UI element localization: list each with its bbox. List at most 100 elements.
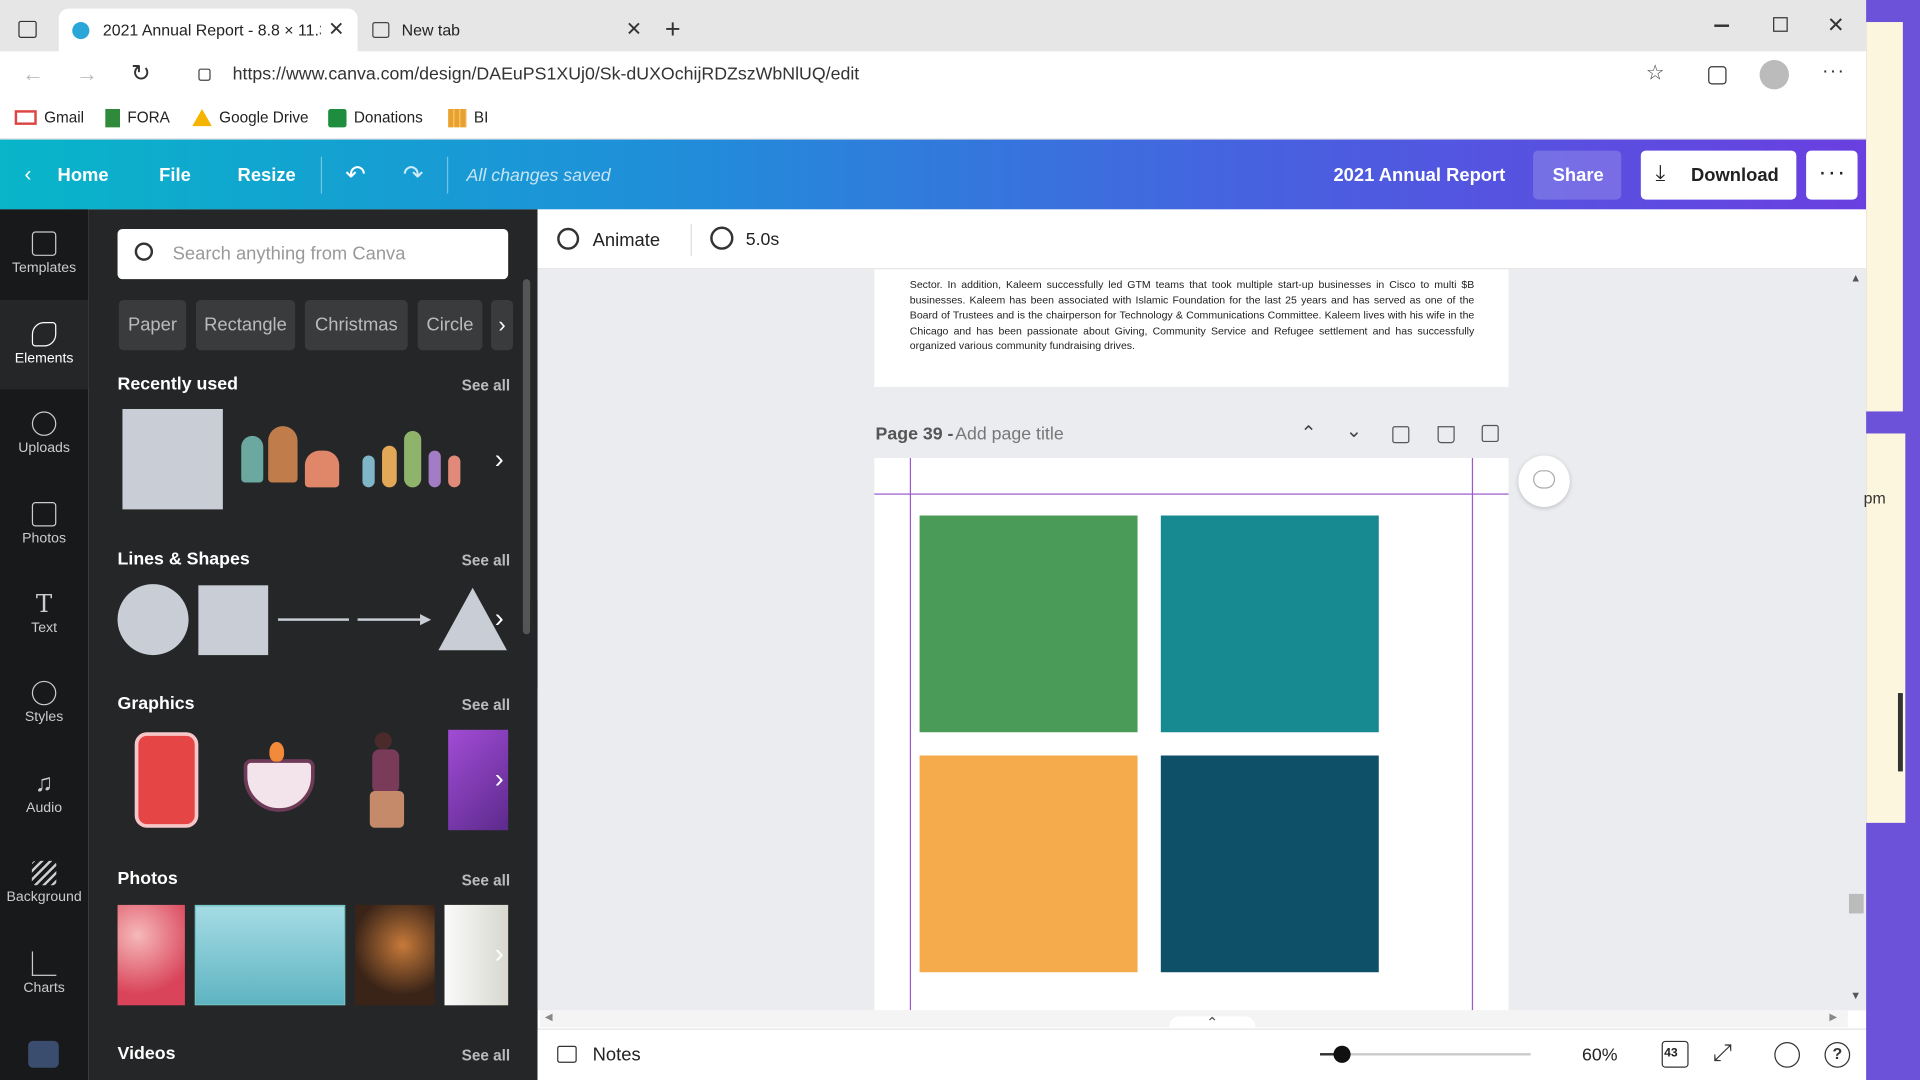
maximize-icon[interactable]: [1773, 17, 1788, 32]
recent-illustration-family[interactable]: [236, 426, 349, 495]
help-icon[interactable]: ?: [1824, 1042, 1851, 1068]
rail-uploads[interactable]: Uploads: [0, 389, 88, 478]
chevron-right-icon[interactable]: ›: [495, 763, 504, 795]
person-dancing-graphic[interactable]: [362, 732, 413, 830]
check-circle-icon[interactable]: [1774, 1042, 1801, 1068]
zoom-slider[interactable]: [1320, 1044, 1531, 1064]
bookmark-google-drive[interactable]: Google Drive: [192, 108, 309, 128]
close-window-icon[interactable]: ✕: [1827, 13, 1844, 37]
bio-paragraph[interactable]: Sector. In addition, Kaleem successfully…: [910, 269, 1474, 367]
close-tab-icon[interactable]: ✕: [328, 17, 344, 41]
page-count-button[interactable]: 43: [1661, 1040, 1689, 1068]
duration-button[interactable]: 5.0s: [708, 223, 794, 257]
see-all-link[interactable]: See all: [462, 697, 511, 714]
bookmark-gmail[interactable]: Gmail: [14, 108, 84, 128]
tab-new-tab[interactable]: New tab ✕: [362, 9, 651, 52]
orange-square[interactable]: [919, 755, 1138, 973]
move-page-down-icon[interactable]: ⌄: [1346, 419, 1362, 443]
file-menu-button[interactable]: File: [159, 165, 191, 186]
page-title-input[interactable]: Add page title: [955, 425, 1064, 445]
scroll-left-icon[interactable]: ◀: [545, 1011, 553, 1022]
chips-next-button[interactable]: ›: [491, 300, 514, 351]
duplicate-page-icon[interactable]: [1392, 426, 1410, 444]
teal-square[interactable]: [1160, 515, 1379, 733]
share-button[interactable]: Share: [1533, 150, 1622, 200]
share-label: Share: [1552, 165, 1604, 187]
more-options-button[interactable]: ···: [1806, 150, 1858, 200]
zoom-slider-thumb[interactable]: [1333, 1045, 1351, 1063]
chevron-right-icon[interactable]: ›: [495, 602, 504, 634]
search-input[interactable]: Search anything from Canva: [117, 228, 509, 280]
filter-chip-circle[interactable]: Circle: [417, 300, 483, 351]
bookmark-donations[interactable]: Donations: [328, 108, 423, 128]
recent-illustration-kids[interactable]: [358, 429, 471, 490]
rail-label: Templates: [11, 260, 77, 276]
rail-more-app-icon[interactable]: [28, 1040, 59, 1068]
photo-thumbnail-woman-balloons[interactable]: [117, 904, 185, 1006]
rail-photos[interactable]: Photos: [0, 480, 88, 569]
panel-scrollbar[interactable]: [522, 279, 531, 635]
rail-elements[interactable]: Elements: [0, 300, 89, 390]
document-title[interactable]: 2021 Annual Report: [1333, 165, 1505, 186]
navy-square[interactable]: [1160, 755, 1379, 973]
canvas-scrollbar-thumb[interactable]: [1848, 893, 1864, 914]
undo-icon[interactable]: ↶: [345, 159, 366, 190]
rail-background[interactable]: Background: [0, 839, 88, 928]
reload-icon[interactable]: ↻: [131, 60, 150, 88]
download-button[interactable]: ⤓ Download: [1640, 150, 1797, 200]
animate-button[interactable]: Animate: [555, 223, 677, 257]
see-all-link[interactable]: See all: [462, 377, 511, 394]
filter-chip-paper[interactable]: Paper: [118, 300, 187, 351]
current-page-39[interactable]: [874, 457, 1509, 1011]
resize-button[interactable]: Resize: [238, 165, 296, 186]
profile-avatar-icon[interactable]: [1759, 60, 1789, 90]
browser-menu-icon[interactable]: ···: [1822, 61, 1845, 83]
minimize-icon[interactable]: [1714, 24, 1729, 27]
delete-page-icon[interactable]: [1437, 426, 1455, 444]
new-tab-plus-icon[interactable]: +: [665, 13, 681, 45]
circle-shape[interactable]: [117, 584, 189, 656]
fullscreen-icon[interactable]: ⤢: [1713, 1041, 1732, 1068]
rail-styles[interactable]: Styles: [0, 659, 88, 748]
zoom-level[interactable]: 60%: [1582, 1046, 1618, 1066]
previous-page[interactable]: Sector. In addition, Kaleem successfully…: [874, 269, 1509, 387]
bookmark-bi[interactable]: BI: [448, 108, 488, 128]
photo-thumbnail-glass-building[interactable]: [194, 904, 346, 1006]
rail-audio[interactable]: ♫ Audio: [0, 749, 88, 838]
rail-templates[interactable]: Templates: [0, 209, 89, 299]
redo-icon[interactable]: ↷: [403, 159, 424, 190]
move-page-up-icon[interactable]: ⌃: [1300, 421, 1316, 445]
collections-icon[interactable]: [1708, 66, 1727, 85]
back-icon[interactable]: ←: [22, 61, 44, 87]
green-square[interactable]: [919, 515, 1138, 733]
scroll-up-icon[interactable]: ▲: [1850, 272, 1861, 284]
chevron-right-icon[interactable]: ›: [495, 938, 504, 970]
recent-square-thumbnail[interactable]: [122, 408, 223, 510]
see-all-link[interactable]: See all: [462, 872, 511, 889]
url-field[interactable]: https://www.canva.com/design/DAEuPS1XUj0…: [178, 57, 1683, 94]
filter-chip-christmas[interactable]: Christmas: [304, 300, 408, 351]
favorite-star-icon[interactable]: ☆: [1646, 61, 1665, 85]
add-page-icon[interactable]: [1481, 424, 1499, 443]
square-shape[interactable]: [198, 585, 269, 656]
photo-thumbnail-food[interactable]: [355, 904, 435, 1006]
tab-active[interactable]: 2021 Annual Report - 8.8 × 11.3i ✕: [58, 8, 358, 52]
bookmark-fora[interactable]: FORA: [105, 108, 170, 128]
close-tab-icon[interactable]: ✕: [626, 17, 642, 41]
notes-button[interactable]: Notes: [555, 1041, 653, 1070]
arrow-line-shape[interactable]: [357, 618, 427, 621]
home-button[interactable]: Home: [58, 165, 109, 186]
see-all-link[interactable]: See all: [462, 1047, 511, 1064]
filter-chip-rectangle[interactable]: Rectangle: [195, 300, 296, 351]
scroll-down-icon[interactable]: ▼: [1850, 989, 1861, 1001]
tab-actions-icon[interactable]: [18, 20, 37, 38]
add-comment-button[interactable]: [1518, 455, 1570, 507]
forward-icon[interactable]: →: [76, 61, 98, 87]
cola-can-graphic[interactable]: [134, 732, 199, 828]
scroll-right-icon[interactable]: ▶: [1829, 1011, 1837, 1022]
rail-charts[interactable]: Charts: [0, 929, 88, 1018]
chevron-right-icon[interactable]: ›: [495, 443, 504, 475]
line-shape[interactable]: [277, 618, 349, 621]
see-all-link[interactable]: See all: [462, 552, 511, 569]
rail-text[interactable]: T Text: [0, 569, 88, 658]
